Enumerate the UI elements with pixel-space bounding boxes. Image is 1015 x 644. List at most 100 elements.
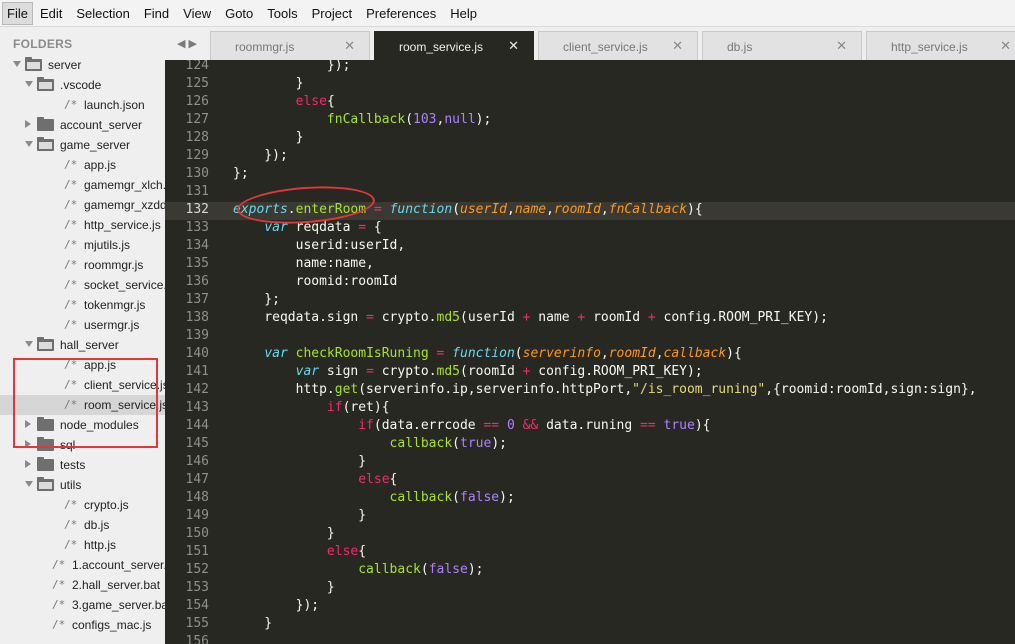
close-icon[interactable]: ✕ xyxy=(508,38,519,54)
code-line[interactable]: 156 xyxy=(165,634,1015,644)
file-item[interactable]: /* tokenmgr.js xyxy=(0,295,165,315)
line-number: 142 xyxy=(185,382,209,397)
close-icon[interactable]: ✕ xyxy=(344,38,355,54)
code-line[interactable]: 126 else{ xyxy=(165,94,1015,112)
file-item[interactable]: /* launch.json xyxy=(0,95,165,115)
code-line[interactable]: 148 callback(false); xyxy=(165,490,1015,508)
file-item[interactable]: /* http.js xyxy=(0,535,165,555)
line-number: 136 xyxy=(185,274,209,289)
menu-edit[interactable]: Edit xyxy=(33,0,69,27)
tab-nav-arrows[interactable]: ◀▶ xyxy=(177,37,200,50)
file-item[interactable]: /* configs_mac.js xyxy=(0,615,165,635)
tree-label: roommgr.js xyxy=(84,258,144,272)
code-line[interactable]: 151 else{ xyxy=(165,544,1015,562)
file-item[interactable]: /* usermgr.js xyxy=(0,315,165,335)
code-line[interactable]: 144 if(data.errcode == 0 && data.runing … xyxy=(165,418,1015,436)
file-item[interactable]: /* gamemgr_xzdd.js xyxy=(0,195,165,215)
close-icon[interactable]: ✕ xyxy=(836,38,847,54)
file-item[interactable]: /* roommgr.js xyxy=(0,255,165,275)
menu-tools[interactable]: Tools xyxy=(260,0,304,27)
code-text: reqdata.sign = crypto.md5(userId + name … xyxy=(233,310,828,325)
code-line[interactable]: 140 var checkRoomIsRuning = function(ser… xyxy=(165,346,1015,364)
code-line[interactable]: 130}; xyxy=(165,166,1015,184)
menu-selection[interactable]: Selection xyxy=(69,0,136,27)
code-line[interactable]: 128 } xyxy=(165,130,1015,148)
chevron-down-icon[interactable] xyxy=(25,341,33,347)
line-number: 144 xyxy=(185,418,209,433)
folder-item[interactable]: game_server xyxy=(0,135,165,155)
menu-find[interactable]: Find xyxy=(137,0,176,27)
tree-label: mjutils.js xyxy=(84,238,131,252)
chevron-right-icon[interactable] xyxy=(25,120,31,128)
file-item[interactable]: /* crypto.js xyxy=(0,495,165,515)
code-line[interactable]: 154 }); xyxy=(165,598,1015,616)
line-number: 135 xyxy=(185,256,209,271)
menu-help[interactable]: Help xyxy=(443,0,484,27)
file-item[interactable]: /* gamemgr_xlch.js xyxy=(0,175,165,195)
menu-preferences[interactable]: Preferences xyxy=(359,0,443,27)
tab-client-service-js[interactable]: client_service.js ✕ xyxy=(538,31,698,60)
file-icon: /* xyxy=(52,578,66,591)
tab-db-js[interactable]: db.js ✕ xyxy=(702,31,862,60)
file-item[interactable]: /* 3.game_server.bat xyxy=(0,595,165,615)
menu-goto[interactable]: Goto xyxy=(218,0,260,27)
folder-item[interactable]: .vscode xyxy=(0,75,165,95)
tab-http-service-js[interactable]: http_service.js ✕ xyxy=(866,31,1015,60)
code-line[interactable]: 142 http.get(serverinfo.ip,serverinfo.ht… xyxy=(165,382,1015,400)
code-line[interactable]: 150 } xyxy=(165,526,1015,544)
code-editor[interactable]: 124 }); 125 } 126 else{127 fnCallback(103,… xyxy=(165,60,1015,644)
close-icon[interactable]: ✕ xyxy=(672,38,683,54)
code-line[interactable]: 143 if(ret){ xyxy=(165,400,1015,418)
chevron-down-icon[interactable] xyxy=(13,61,21,67)
code-line[interactable]: 125 } xyxy=(165,76,1015,94)
tab-roommgr-js[interactable]: roommgr.js ✕ xyxy=(210,31,370,60)
code-line[interactable]: 152 callback(false); xyxy=(165,562,1015,580)
tab-room-service-js[interactable]: room_service.js ✕ xyxy=(374,31,534,60)
code-line[interactable]: 147 else{ xyxy=(165,472,1015,490)
code-line[interactable]: 136 roomid:roomId xyxy=(165,274,1015,292)
file-item[interactable]: /* db.js xyxy=(0,515,165,535)
code-line[interactable]: 124 }); xyxy=(165,60,1015,76)
code-line[interactable]: 141 var sign = crypto.md5(roomId + confi… xyxy=(165,364,1015,382)
code-line[interactable]: 149 } xyxy=(165,508,1015,526)
file-item[interactable]: /* app.js xyxy=(0,155,165,175)
tree-label: socket_service.js xyxy=(84,278,165,292)
file-item[interactable]: /* 1.account_server.bat xyxy=(0,555,165,575)
line-number: 125 xyxy=(185,76,209,91)
menu-file[interactable]: File xyxy=(2,1,33,25)
file-item[interactable]: /* 2.hall_server.bat xyxy=(0,575,165,595)
code-line[interactable]: 134 userid:userId, xyxy=(165,238,1015,256)
folder-icon xyxy=(37,77,54,91)
file-item[interactable]: /* http_service.js xyxy=(0,215,165,235)
code-line[interactable]: 127 fnCallback(103,null); xyxy=(165,112,1015,130)
folder-item[interactable]: server xyxy=(0,55,165,75)
menu-project[interactable]: Project xyxy=(305,0,359,27)
close-icon[interactable]: ✕ xyxy=(1000,38,1011,54)
folder-item[interactable]: utils xyxy=(0,475,165,495)
folder-item[interactable]: account_server xyxy=(0,115,165,135)
code-text: }; xyxy=(233,166,249,181)
file-item[interactable]: /* socket_service.js xyxy=(0,275,165,295)
code-text: } xyxy=(233,508,367,523)
code-line[interactable]: 129 }); xyxy=(165,148,1015,166)
file-item[interactable]: /* mjutils.js xyxy=(0,235,165,255)
code-line[interactable]: 137 }; xyxy=(165,292,1015,310)
code-line[interactable]: 138 reqdata.sign = crypto.md5(userId + n… xyxy=(165,310,1015,328)
tree-label: configs_mac.js xyxy=(72,618,152,632)
code-line[interactable]: 145 callback(true); xyxy=(165,436,1015,454)
menu-view[interactable]: View xyxy=(176,0,218,27)
file-icon: /* xyxy=(64,238,78,251)
code-line[interactable]: 135 name:name, xyxy=(165,256,1015,274)
chevron-down-icon[interactable] xyxy=(25,481,33,487)
code-text: if(ret){ xyxy=(326,400,390,415)
code-line[interactable]: 139 xyxy=(165,328,1015,346)
code-text: var checkRoomIsRuning = function(serveri… xyxy=(264,346,742,361)
folder-item[interactable]: tests xyxy=(0,455,165,475)
chevron-right-icon[interactable] xyxy=(25,460,31,468)
chevron-down-icon[interactable] xyxy=(25,141,33,147)
code-line[interactable]: 146 } xyxy=(165,454,1015,472)
code-line[interactable]: 155 } xyxy=(165,616,1015,634)
folder-item[interactable]: hall_server xyxy=(0,335,165,355)
chevron-down-icon[interactable] xyxy=(25,81,33,87)
code-line[interactable]: 153 } xyxy=(165,580,1015,598)
